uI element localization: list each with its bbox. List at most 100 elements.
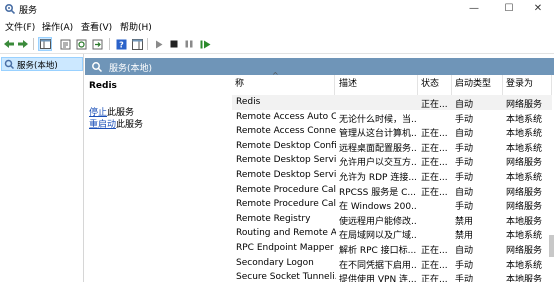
maximize-button[interactable]: ☐ (493, 0, 525, 18)
service-description-cell: 管理从这台计算机... (339, 129, 417, 140)
service-row[interactable]: Remote Registry 使远程用户能修改... 禁用 本地服务 (232, 212, 552, 227)
service-description-cell: 无论什么时候，当... (339, 114, 417, 125)
service-name-cell: Remote Desktop Confi... (236, 140, 336, 151)
service-startup-cell: 禁用 (455, 216, 474, 227)
restart-service-icon[interactable] (198, 37, 212, 51)
service-description-cell: 提供使用 VPN 连... (339, 275, 417, 282)
menu-action[interactable]: 操作(A) (42, 20, 73, 33)
service-description-cell: 允许为 RDP 连接... (339, 173, 417, 183)
column-header-name[interactable]: 称 (232, 75, 335, 95)
service-startup-cell: 自动 (455, 187, 474, 198)
properties-icon[interactable] (58, 37, 72, 51)
column-header-status[interactable]: 状态 (418, 75, 452, 95)
service-description-cell: 在不同凭据下启用... (339, 260, 417, 271)
service-status-cell: 正在... (421, 100, 448, 110)
start-service-icon[interactable] (152, 37, 166, 51)
service-startup-cell: 手动 (455, 275, 474, 282)
service-startup-cell: 自动 (455, 100, 474, 110)
minimize-button[interactable]: — (458, 0, 490, 18)
services-gear-icon (4, 3, 15, 14)
toolbar-separator (33, 38, 34, 50)
service-name-cell: Remote Access Conne... (236, 126, 336, 137)
close-button[interactable]: ✕ (522, 0, 554, 18)
service-name-cell: Routing and Remote A... (236, 228, 336, 239)
service-status-cell: 正在... (421, 129, 448, 140)
back-arrow-icon[interactable] (2, 37, 16, 51)
svg-text:?: ? (119, 40, 124, 49)
restart-link[interactable]: 重启动 (89, 120, 116, 130)
column-header-startup-type[interactable]: 启动类型 (452, 75, 503, 95)
service-logon-cell: 本地系统 (506, 260, 543, 271)
menu-view[interactable]: 查看(V) (81, 20, 112, 33)
service-status-cell: 正在... (421, 187, 448, 198)
service-logon-cell: 本地系统 (506, 231, 543, 242)
service-row[interactable]: Remote Access Auto C... 无论什么时候，当... 手动 本地系统 (232, 110, 552, 125)
toolbar-separator (147, 38, 148, 50)
service-startup-cell: 手动 (455, 158, 474, 169)
scrollbar-thumb[interactable] (549, 235, 554, 257)
service-row[interactable]: Remote Desktop Confi... 远程桌面配置服务... 正在... 手… (232, 139, 552, 154)
menu-help[interactable]: 帮助(H) (120, 20, 152, 33)
column-header-log-on-as[interactable]: 登录为 (503, 75, 552, 95)
service-row[interactable]: Remote Access Conne... 管理从这台计算机... 正在... 自动… (232, 124, 552, 139)
service-status-cell: 正在... (421, 260, 448, 271)
console-tree-icon[interactable] (38, 37, 52, 51)
help-icon[interactable]: ? (114, 37, 128, 51)
pane-title: 服务(本地) (109, 64, 153, 74)
service-description-cell: 解析 RPC 接口标... (339, 246, 417, 256)
service-name-cell: RPC Endpoint Mapper (236, 243, 334, 253)
tree-item-services-local[interactable]: 服务(本地) (1, 57, 83, 71)
menu-bar: 文件(F) 操作(A) 查看(V) 帮助(H) (0, 18, 554, 34)
service-row[interactable]: Remote Procedure Cal... 在 Windows 200... 手… (232, 197, 552, 212)
service-row[interactable]: Routing and Remote A... 在局域网以及广域... 禁用 本地系统 (232, 226, 552, 241)
show-hide-action-pane-icon[interactable] (130, 37, 144, 51)
service-name-cell: Remote Access Auto C... (236, 111, 336, 122)
service-startup-cell: 手动 (455, 173, 474, 183)
service-name-cell: Redis (236, 97, 261, 107)
services-pane: 服务(本地) Redis 停止此服务 重启动此服务 ^ 称 描述 状态 启动类型… (85, 54, 554, 282)
service-name-cell: Remote Desktop Servi... (236, 170, 336, 180)
service-logon-cell: 本地服务 (506, 275, 543, 282)
service-startup-cell: 禁用 (455, 231, 474, 242)
service-startup-cell: 自动 (455, 129, 474, 140)
service-row[interactable]: Secure Socket Tunneli... 提供使用 VPN 连... 正在.… (232, 270, 552, 282)
service-logon-cell: 网络服务 (506, 158, 543, 169)
service-row[interactable]: RPC Endpoint Mapper 解析 RPC 接口标... 正在... 自动 网… (232, 241, 552, 256)
services-list: ^ 称 描述 状态 启动类型 登录为 Redis正在...自动网络服务Remot… (232, 71, 554, 282)
service-row[interactable]: Remote Desktop Servi... 允许为 RDP 连接... 正在..… (232, 168, 552, 183)
service-startup-cell: 手动 (455, 114, 474, 125)
refresh-icon[interactable] (74, 37, 88, 51)
service-logon-cell: 本地系统 (506, 129, 543, 140)
service-status-cell: 正在... (421, 158, 448, 169)
service-row[interactable]: Remote Desktop Servi... 允许用户以交互方... 正在... 手… (232, 153, 552, 168)
service-status-cell: 正在... (421, 173, 448, 183)
service-name-cell: Remote Desktop Servi... (236, 155, 336, 166)
service-status-cell: 正在... (421, 246, 448, 256)
service-name-cell: Secondary Logon (236, 257, 314, 268)
service-description-cell: 远程桌面配置服务... (339, 143, 417, 154)
service-logon-cell: 网络服务 (506, 100, 543, 110)
service-row[interactable]: Redis 正在... 自动 网络服务 (232, 95, 552, 110)
service-startup-cell: 自动 (455, 246, 474, 256)
service-description-panel: Redis 停止此服务 重启动此服务 (85, 75, 231, 282)
service-startup-cell: 手动 (455, 143, 474, 154)
service-startup-cell: 手动 (455, 260, 474, 271)
restart-link-suffix: 此服务 (116, 120, 144, 130)
vertical-scrollbar[interactable] (548, 95, 554, 282)
services-gear-icon (92, 62, 102, 72)
column-header-description[interactable]: 描述 (336, 75, 418, 95)
service-row[interactable]: Secondary Logon 在不同凭据下启用... 正在... 手动 本地系统 (232, 256, 552, 271)
stop-service-icon[interactable] (167, 37, 181, 51)
service-status-cell: 正在... (421, 275, 448, 282)
service-row[interactable]: Remote Procedure Cal... RPCSS 服务是 C... 正在.… (232, 183, 552, 198)
pause-service-icon[interactable] (182, 37, 196, 51)
service-description-cell: 在 Windows 200... (339, 202, 417, 213)
selected-service-name: Redis (89, 81, 117, 91)
service-startup-cell: 手动 (455, 202, 474, 213)
window-title: 服务 (19, 6, 38, 16)
menu-file[interactable]: 文件(F) (5, 20, 35, 33)
toolbar-separator (109, 38, 110, 50)
service-description-cell: 在局域网以及广域... (339, 231, 417, 242)
forward-arrow-icon[interactable] (16, 37, 30, 51)
export-list-icon[interactable] (90, 37, 104, 51)
